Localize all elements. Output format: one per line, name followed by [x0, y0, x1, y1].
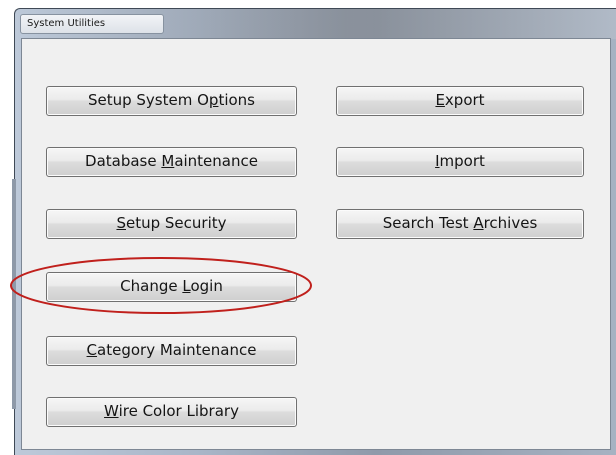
- button-label-post: ire Color Library: [118, 402, 239, 420]
- button-label-accelerator: S: [116, 214, 126, 232]
- button-label-pre: Database: [85, 152, 162, 170]
- button-label-post: tions: [218, 91, 256, 109]
- database-maintenance-button[interactable]: Database Maintenance: [46, 147, 297, 177]
- button-label-accelerator: A: [473, 214, 484, 232]
- change-login-button[interactable]: Change Login: [46, 272, 297, 302]
- button-label-post: mport: [439, 152, 485, 170]
- button-label-pre: Setup System O: [87, 91, 209, 109]
- button-label-pre: Change: [120, 277, 183, 295]
- setup-system-options-button[interactable]: Setup System Options: [46, 86, 297, 116]
- search-test-archives-button[interactable]: Search Test Archives: [336, 209, 584, 239]
- button-label-post: xport: [444, 91, 485, 109]
- button-label-post: etup Security: [126, 214, 227, 232]
- window-title: System Utilities: [20, 14, 164, 34]
- import-button[interactable]: Import: [336, 147, 584, 177]
- button-label-post: aintenance: [174, 152, 258, 170]
- button-label-accelerator: M: [161, 152, 175, 170]
- button-label-accelerator: E: [435, 91, 445, 109]
- button-label-post: ategory Maintenance: [97, 341, 257, 359]
- button-label-accelerator: W: [104, 402, 119, 420]
- window-left-edge: [12, 179, 16, 409]
- button-label-pre: Search Test: [382, 214, 474, 232]
- setup-security-button[interactable]: Setup Security: [46, 209, 297, 239]
- export-button[interactable]: Export: [336, 86, 584, 116]
- button-label-accelerator: C: [86, 341, 98, 359]
- category-maintenance-button[interactable]: Category Maintenance: [46, 336, 297, 366]
- wire-color-library-button[interactable]: Wire Color Library: [46, 397, 297, 427]
- button-label-post: ogin: [190, 277, 223, 295]
- button-label-post: rchives: [483, 214, 538, 232]
